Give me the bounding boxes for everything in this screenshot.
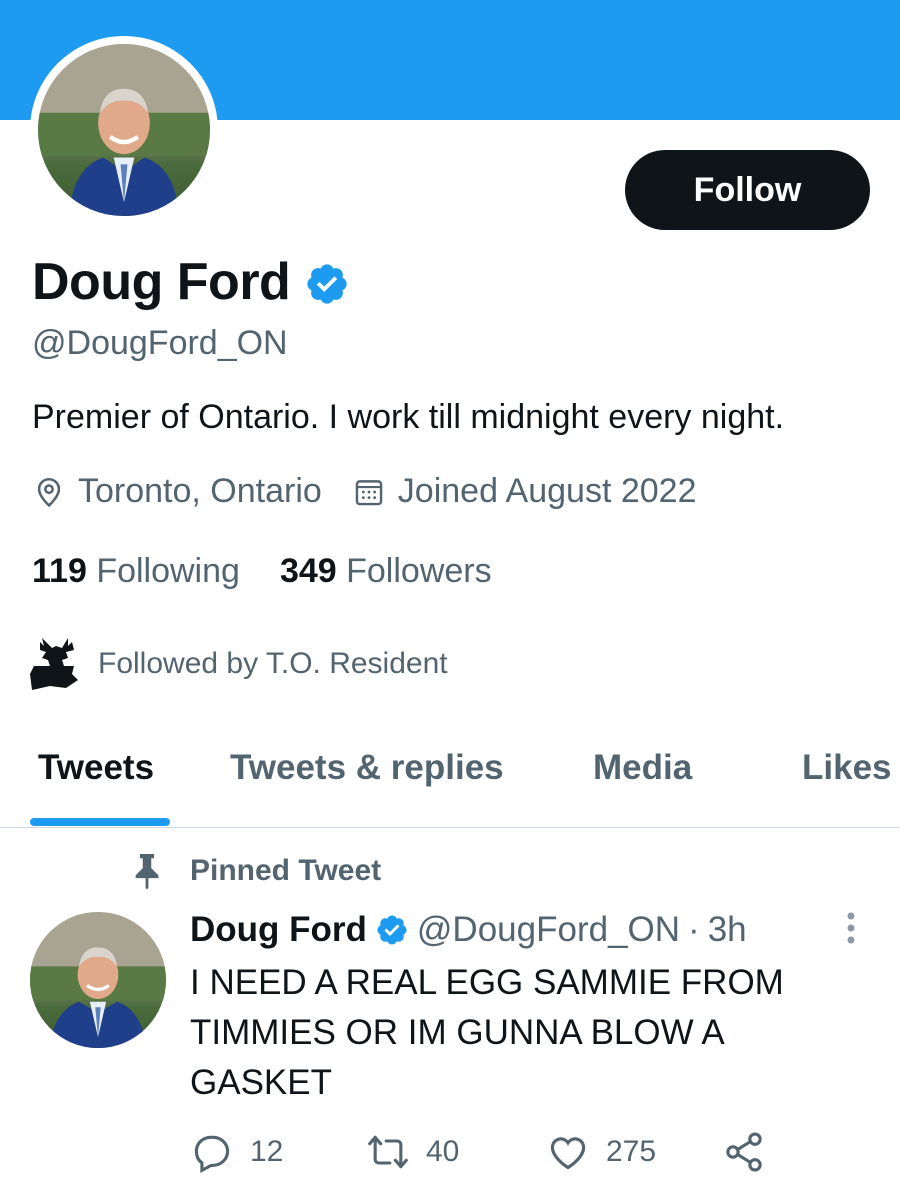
tweet-text: I NEED A REAL EGG SAMMIE FROM TIMMIES OR… — [190, 963, 784, 1102]
following-count: 119 — [32, 552, 87, 590]
person-silhouette-icon — [30, 912, 166, 1048]
follow-button[interactable]: Follow — [625, 150, 870, 230]
like-count: 275 — [606, 1135, 657, 1168]
active-tab-indicator — [30, 818, 170, 826]
profile-name-row: Doug Ford — [32, 252, 350, 312]
followers-count: 349 — [279, 552, 337, 590]
profile-bio: Premier of Ontario. I work till midnight… — [32, 398, 785, 436]
tab-tweets[interactable]: Tweets — [38, 748, 154, 788]
profile-stats: 119 Following 349 Followers — [32, 552, 532, 591]
pinned-tweet-text: Pinned Tweet — [190, 854, 382, 887]
tweet-author-avatar[interactable] — [30, 912, 166, 1048]
verified-badge-icon[interactable] — [304, 261, 350, 307]
tweet-separator: · — [688, 910, 700, 949]
profile-tabs: Tweets Tweets & replies Media Likes — [0, 730, 900, 828]
following-label: Following — [96, 552, 240, 590]
more-options-icon[interactable] — [836, 910, 866, 950]
share-icon — [726, 1132, 762, 1172]
reply-button[interactable]: 12 — [190, 1130, 283, 1174]
tweet-timestamp[interactable]: 3h — [708, 910, 747, 950]
followers-link[interactable]: 349 Followers — [280, 552, 492, 591]
location-text: Toronto, Ontario — [78, 472, 322, 510]
profile-avatar[interactable] — [30, 36, 218, 224]
location-pin-icon — [37, 477, 61, 507]
verified-badge-icon — [377, 915, 407, 945]
following-link[interactable]: 119 Following — [32, 552, 240, 591]
joined-item: Joined August 2022 — [352, 472, 697, 511]
share-button[interactable] — [722, 1130, 766, 1174]
like-button[interactable]: 275 — [546, 1130, 656, 1174]
reply-icon — [194, 1135, 230, 1173]
calendar-icon — [355, 479, 383, 505]
pinned-tweet-label: Pinned Tweet — [130, 852, 381, 890]
tweet-author-handle[interactable]: @DougFord_ON — [417, 910, 680, 950]
followers-label: Followers — [346, 552, 492, 590]
tab-likes[interactable]: Likes — [802, 748, 892, 788]
profile-display-name: Doug Ford — [32, 253, 291, 311]
reply-count: 12 — [250, 1135, 284, 1168]
tab-tweets-replies[interactable]: Tweets & replies — [230, 748, 504, 788]
heart-icon — [550, 1137, 586, 1170]
followed-by-row[interactable]: Followed by T.O. Resident — [28, 636, 448, 692]
retweet-count: 40 — [426, 1135, 460, 1168]
location-item: Toronto, Ontario — [32, 472, 322, 511]
profile-handle: @DougFord_ON — [32, 324, 288, 362]
profile-meta-row: Toronto, Ontario Joined August 2022 — [32, 472, 727, 511]
tweet-actions: 12 40 275 — [190, 1130, 810, 1178]
person-silhouette-icon — [38, 44, 210, 216]
followed-by-text: Followed by T.O. Resident — [98, 647, 448, 680]
retweet-button[interactable]: 40 — [366, 1130, 459, 1174]
profile-photo — [38, 44, 210, 216]
moose-icon — [30, 638, 78, 690]
retweet-icon — [368, 1135, 408, 1169]
tweet-header: Doug Ford @DougFord_ON · 3h — [190, 910, 747, 950]
pin-icon — [135, 854, 159, 890]
tab-media[interactable]: Media — [593, 748, 692, 788]
joined-text: Joined August 2022 — [397, 472, 697, 510]
tweet-author-name[interactable]: Doug Ford — [190, 910, 367, 950]
